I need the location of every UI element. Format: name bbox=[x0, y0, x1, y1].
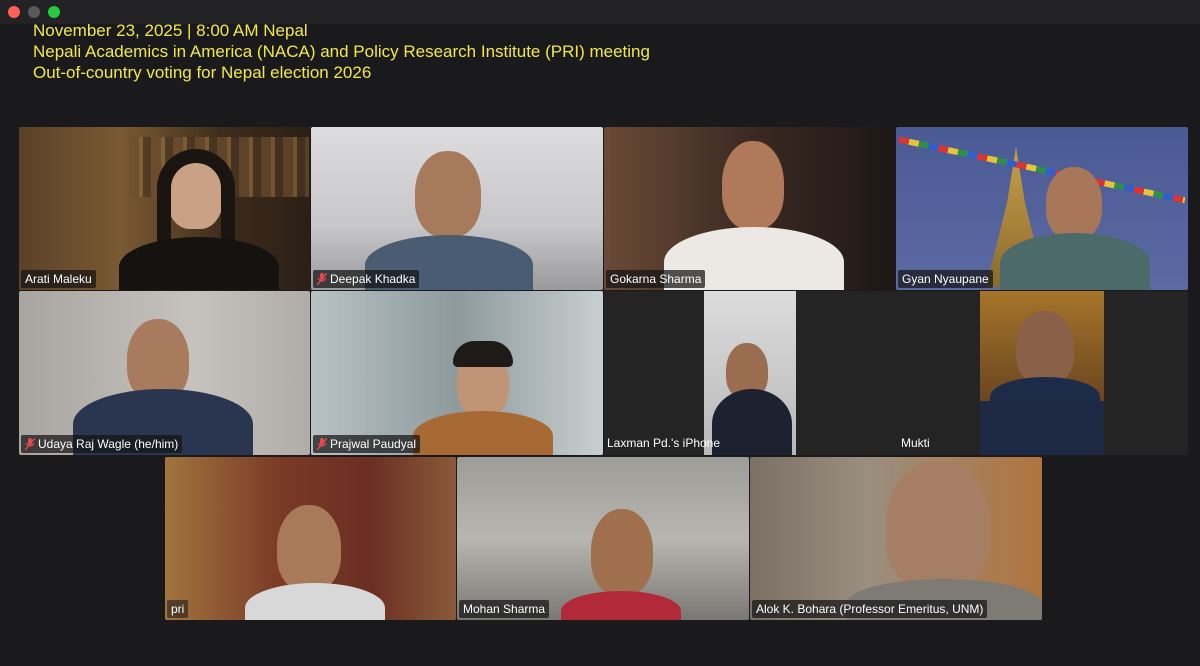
meeting-date-line: November 23, 2025 | 8:00 AM Nepal bbox=[33, 21, 308, 40]
participant-name-text: Udaya Raj Wagle (he/him) bbox=[38, 437, 179, 451]
participant-name-label: Gyan Nyaupane bbox=[898, 270, 993, 288]
mic-muted-icon bbox=[317, 438, 327, 450]
video-tile-deepak-khadka[interactable]: Deepak Khadka bbox=[311, 127, 603, 290]
participant-face bbox=[1016, 311, 1074, 385]
participant-face bbox=[1046, 167, 1102, 239]
hair bbox=[453, 341, 513, 367]
video-tile-group-laxman-mukti: Laxman Pd.'s iPhone Mukti bbox=[604, 291, 1188, 455]
meeting-heading: November 23, 2025 | 8:00 AM Nepal Nepali… bbox=[33, 20, 650, 83]
participant-name-label: Udaya Raj Wagle (he/him) bbox=[21, 435, 183, 453]
maximize-window-button[interactable] bbox=[48, 6, 60, 18]
participant-body-lower bbox=[980, 401, 1104, 455]
close-window-button[interactable] bbox=[8, 6, 20, 18]
participant-name-label: Prajwal Paudyal bbox=[313, 435, 421, 453]
video-tile-arati-maleku[interactable]: Arati Maleku bbox=[19, 127, 310, 290]
minimize-window-button[interactable] bbox=[28, 6, 40, 18]
participant-name-label: Gokarna Sharma bbox=[606, 270, 706, 288]
video-tile-prajwal-paudyal[interactable]: Prajwal Paudyal bbox=[311, 291, 603, 455]
participant-face bbox=[722, 141, 784, 229]
participant-body bbox=[413, 411, 553, 455]
participant-face bbox=[591, 509, 653, 595]
participant-name-label: Alok K. Bohara (Professor Emeritus, UNM) bbox=[752, 600, 988, 618]
video-tile-mukti-feed[interactable] bbox=[980, 291, 1104, 417]
meeting-title-line: Nepali Academics in America (NACA) and P… bbox=[33, 42, 650, 61]
video-tile-pri[interactable]: pri bbox=[165, 457, 456, 620]
participant-name-label: Mohan Sharma bbox=[459, 600, 550, 618]
video-tile-laxman-feed[interactable] bbox=[704, 291, 796, 455]
participant-face bbox=[277, 505, 341, 591]
participant-name-text: Deepak Khadka bbox=[330, 272, 416, 286]
participant-face bbox=[415, 151, 481, 237]
participant-name-label: Mukti bbox=[901, 436, 930, 450]
participant-name-label: pri bbox=[167, 600, 189, 618]
mic-muted-icon bbox=[317, 273, 327, 285]
video-tile-alok-bohara[interactable]: Alok K. Bohara (Professor Emeritus, UNM) bbox=[750, 457, 1042, 620]
video-tile-mohan-sharma[interactable]: Mohan Sharma bbox=[457, 457, 749, 620]
mic-muted-icon bbox=[25, 438, 35, 450]
participant-body bbox=[119, 237, 279, 290]
video-tile-udaya-raj-wagle[interactable]: Udaya Raj Wagle (he/him) bbox=[19, 291, 310, 455]
meeting-topic-line: Out-of-country voting for Nepal election… bbox=[33, 63, 372, 82]
participant-body bbox=[712, 389, 792, 455]
video-tile-gyan-nyaupane[interactable]: Gyan Nyaupane bbox=[896, 127, 1188, 290]
participant-body bbox=[1000, 233, 1150, 290]
participant-name-label: Laxman Pd.'s iPhone bbox=[607, 436, 721, 450]
video-tile-gokarna-sharma[interactable]: Gokarna Sharma bbox=[604, 127, 895, 290]
hair bbox=[157, 149, 235, 249]
participant-name-text: Prajwal Paudyal bbox=[330, 437, 417, 451]
participant-name-label: Deepak Khadka bbox=[313, 270, 420, 288]
participant-name-label: Arati Maleku bbox=[21, 270, 96, 288]
participant-face bbox=[886, 461, 990, 591]
